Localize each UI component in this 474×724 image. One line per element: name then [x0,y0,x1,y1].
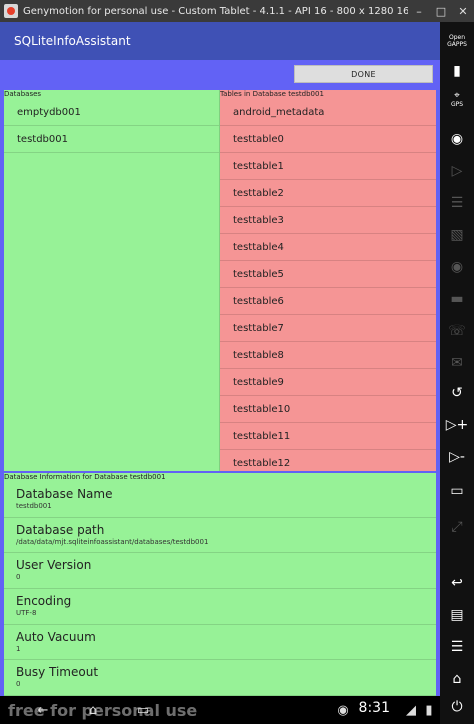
list-item[interactable]: testtable1 [220,153,436,180]
content-area: DONE Databases emptydb001 testdb001 Tabl… [0,60,440,724]
info-row-encoding[interactable]: Encoding UTF-8 [4,589,436,625]
window-titlebar: Genymotion for personal use - Custom Tab… [0,0,474,22]
android-navbar: free for personal use ← ⌂ ▭ ◉ 8:31 ◢ ▮ [0,696,440,724]
info-row-database-path[interactable]: Database path /data/data/mjt.sqliteinfoa… [4,518,436,554]
gps-icon: ⌖ [454,90,460,101]
info-name: Encoding [16,594,72,609]
info-value: /data/data/mjt.sqliteinfoassistant/datab… [16,537,209,546]
databases-label: Databases [4,90,42,98]
info-value: 1 [16,644,21,653]
list-item[interactable]: testtable6 [220,288,436,315]
list-item[interactable]: testtable4 [220,234,436,261]
identifiers-icon[interactable]: ▧ [440,222,474,248]
volume-down-icon[interactable]: ▷- [440,444,474,470]
database-info-panel: Database Information for Database testdb… [4,473,436,724]
info-value: testdb001 [16,502,52,510]
genymotion-logo-icon [4,4,18,18]
screencast-icon[interactable]: ▷ [440,158,474,184]
list-item[interactable]: testtable8 [220,342,436,369]
device-screen: SQLiteInfoAssistant DONE Databases empty… [0,22,440,724]
volume-up-icon[interactable]: ▷+ [440,412,474,438]
done-button[interactable]: DONE [294,65,433,83]
list-item[interactable]: testtable11 [220,423,436,450]
phone-icon[interactable]: ☏ [440,318,474,344]
list-item[interactable]: android_metadata [220,99,436,126]
info-row-busy-timeout[interactable]: Busy Timeout 0 [4,660,436,697]
info-value: 0 [16,573,21,582]
webcam-icon[interactable]: ◉ [440,126,474,152]
info-name: Auto Vacuum [16,629,96,644]
back-icon[interactable]: ↩ [440,570,474,596]
window-title: Genymotion for personal use - Custom Tab… [23,5,408,17]
info-name: Database path [16,522,105,537]
remote-control-icon[interactable]: ☰ [440,190,474,216]
done-row: DONE [0,60,440,88]
list-item[interactable]: testtable10 [220,396,436,423]
list-item[interactable]: testtable9 [220,369,436,396]
info-name: Busy Timeout [16,665,99,680]
info-row-database-name[interactable]: Database Name testdb001 [4,482,436,518]
gps-button[interactable]: ⌖ GPS [440,86,474,112]
minimize-button[interactable]: – [408,5,430,18]
battery-status-icon: ▮ [425,702,433,718]
app-title: SQLiteInfoAssistant [14,34,131,48]
home-icon[interactable]: ⌂ [440,666,474,692]
pixel-perfect-icon[interactable]: ⤢ [440,514,474,540]
list-item[interactable]: testtable0 [220,126,436,153]
list-item[interactable]: emptydb001 [4,99,219,126]
recents-nav-icon[interactable]: ▭ [130,699,156,721]
recent-apps-icon[interactable]: ▤ [440,602,474,628]
list-item[interactable]: testtable5 [220,261,436,288]
genymotion-sidebar: Open GAPPS ▮ ⌖ GPS ◉ ▷ ☰ ▧ ◉ ▬ ☏ ✉ ↺ ▷+ … [440,22,474,724]
network-icon[interactable]: ▬ [440,286,474,312]
tables-label: Tables in Database testdb001 [220,90,324,98]
notification-icon: ◉ [337,702,349,718]
close-button[interactable]: ✕ [452,5,474,18]
battery-icon[interactable]: ▮ [440,58,474,84]
tables-panel: Tables in Database testdb001 android_met… [220,90,436,471]
menu-icon[interactable]: ☰ [440,634,474,660]
opengapps-label: Open GAPPS [447,34,467,48]
list-item[interactable]: testtable3 [220,207,436,234]
list-item[interactable]: testtable2 [220,180,436,207]
disk-io-icon[interactable]: ◉ [440,254,474,280]
rotate-icon[interactable]: ▭ [440,478,474,504]
maximize-button[interactable]: □ [430,5,452,18]
database-info-label: Database Information for Database testdb… [4,473,166,481]
tables-list[interactable]: android_metadata testtable0 testtable1 t… [220,99,436,471]
list-item[interactable]: testtable7 [220,315,436,342]
gps-label: GPS [450,101,464,108]
share-icon[interactable]: ↺ [440,380,474,406]
info-row-user-version[interactable]: User Version 0 [4,553,436,590]
databases-list: emptydb001 testdb001 [4,99,219,153]
power-icon[interactable]: ⏻ [440,694,474,720]
info-name: User Version [16,558,92,573]
genymotion-window: Genymotion for personal use - Custom Tab… [0,0,474,724]
action-bar: SQLiteInfoAssistant [0,22,440,60]
list-item[interactable]: testtable12 [220,450,436,471]
info-value: 0 [16,680,21,689]
home-nav-icon[interactable]: ⌂ [80,699,106,721]
status-clock: 8:31 [358,700,390,716]
info-name: Database Name [16,487,113,501]
opengapps-button[interactable]: Open GAPPS [440,28,474,54]
back-nav-icon[interactable]: ← [30,699,56,721]
info-row-auto-vacuum[interactable]: Auto Vacuum 1 [4,625,436,661]
databases-panel: Databases emptydb001 testdb001 [4,90,220,471]
list-item[interactable]: testdb001 [4,126,219,153]
info-value: UTF-8 [16,609,37,618]
sms-icon[interactable]: ✉ [440,350,474,376]
